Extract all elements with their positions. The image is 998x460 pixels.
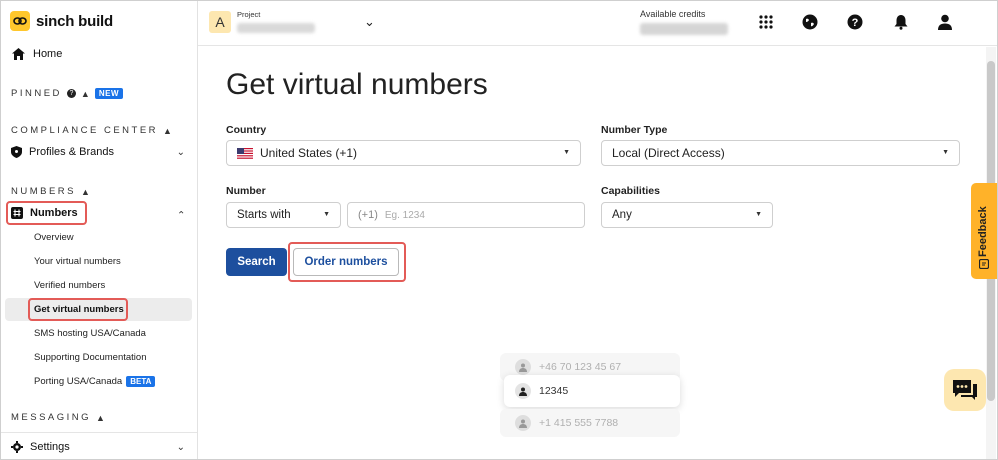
user-icon[interactable] [936, 13, 954, 31]
highlight-annotation [6, 201, 87, 225]
new-badge: NEW [94, 88, 123, 99]
chevron-up-icon: ▲ [80, 88, 90, 99]
credits-value-redacted [640, 23, 728, 35]
page-title: Get virtual numbers [226, 68, 488, 101]
messaging-section-header[interactable]: MESSAGING ▲ [11, 412, 105, 423]
select-value: Local (Direct Access) [612, 146, 725, 160]
pinned-section-header[interactable]: PINNED ? ▲ NEW [11, 88, 123, 99]
sidebar-item-settings[interactable]: Settings ⌄ [11, 441, 185, 453]
select-value: Starts with [237, 209, 291, 221]
number-match-select[interactable]: Starts with ▼ [226, 202, 341, 228]
app-window: sinch build Home PINNED ? ▲ NEW COMPLIAN… [0, 0, 998, 460]
feedback-tab[interactable]: Feedback [971, 183, 997, 279]
sidebar-item-label: Verified numbers [34, 280, 106, 291]
section-label: PINNED [11, 88, 62, 99]
sidebar-subitem-overview[interactable]: Overview [34, 232, 74, 243]
highlight-annotation [288, 242, 406, 282]
chevron-down-icon[interactable]: ⌄ [364, 14, 375, 30]
sidebar: sinch build Home PINNED ? ▲ NEW COMPLIAN… [1, 1, 198, 459]
country-select[interactable]: United States (+1) ▼ [226, 140, 581, 166]
number-label: Number [226, 185, 266, 197]
number-placeholder: Eg. 1234 [384, 209, 425, 221]
svg-text:?: ? [852, 17, 859, 29]
section-label: MESSAGING [11, 412, 92, 423]
numbers-section-header[interactable]: NUMBERS ▲ [11, 186, 90, 197]
chevron-down-icon: ⌄ [176, 441, 185, 453]
country-code-prefix: (+1) [358, 209, 378, 221]
country-label: Country [226, 124, 267, 136]
bell-icon[interactable] [892, 13, 910, 31]
person-icon [515, 383, 531, 399]
credits-label: Available credits [640, 9, 706, 19]
chevron-up-icon: ⌄ [176, 207, 185, 219]
info-icon[interactable]: ? [66, 89, 76, 98]
home-icon [12, 48, 25, 60]
gear-icon [11, 441, 23, 453]
project-label: Project [237, 10, 261, 19]
sidebar-item-label: SMS hosting USA/Canada [34, 328, 146, 339]
number-type-select[interactable]: Local (Direct Access) ▼ [601, 140, 960, 166]
chat-launcher-button[interactable] [944, 369, 986, 411]
chevron-up-icon: ▲ [163, 125, 172, 136]
sidebar-item-label: Overview [34, 232, 74, 243]
sinch-logo-icon [10, 11, 30, 31]
caret-down-icon: ▼ [942, 149, 949, 156]
illustration-row: 12345 [504, 375, 680, 407]
main-content: Get virtual numbers Country United State… [198, 46, 997, 459]
sidebar-subitem-verified-numbers[interactable]: Verified numbers [34, 280, 105, 291]
brand-name: sinch build [36, 12, 113, 30]
project-avatar[interactable]: A [209, 11, 231, 33]
shield-icon [11, 146, 22, 158]
sidebar-item-label: Profiles & Brands [29, 146, 114, 158]
globe-icon[interactable] [801, 13, 819, 31]
number-input[interactable]: (+1) Eg. 1234 [347, 202, 585, 228]
person-icon [515, 359, 531, 375]
help-icon[interactable]: ? [846, 13, 864, 31]
beta-badge: BETA [126, 376, 156, 387]
illustration-row: +1 415 555 7788 [500, 409, 680, 437]
caret-down-icon: ▼ [323, 211, 330, 218]
chevron-down-icon: ⌄ [176, 146, 185, 158]
section-label: COMPLIANCE CENTER [11, 125, 159, 136]
chat-icon [953, 380, 977, 400]
illustration-number: 12345 [539, 385, 569, 397]
caret-down-icon: ▼ [755, 211, 762, 218]
illustration-number: +1 415 555 7788 [539, 417, 619, 429]
caret-down-icon: ▼ [563, 149, 570, 156]
sidebar-item-label: Home [33, 48, 63, 60]
compliance-section-header[interactable]: COMPLIANCE CENTER ▲ [11, 125, 172, 136]
section-label: NUMBERS [11, 186, 77, 197]
select-value: United States (+1) [260, 146, 358, 160]
top-bar: A Project ⌄ Available credits ? [198, 1, 997, 46]
capabilities-label: Capabilities [601, 185, 660, 197]
sidebar-item-profiles-brands[interactable]: Profiles & Brands ⌄ [11, 146, 185, 158]
brand-logo[interactable]: sinch build [10, 11, 113, 31]
project-name-redacted[interactable] [237, 23, 315, 33]
divider [1, 432, 197, 433]
number-type-label: Number Type [601, 124, 668, 136]
chevron-up-icon: ▲ [96, 412, 105, 423]
sidebar-item-home[interactable]: Home [12, 48, 62, 60]
chevron-up-icon: ▲ [81, 186, 90, 197]
feedback-icon [979, 259, 989, 269]
apps-grid-icon[interactable] [757, 13, 775, 31]
highlight-annotation [28, 298, 128, 321]
sidebar-item-label: Settings [30, 441, 70, 453]
sidebar-item-label: Supporting Documentation [34, 352, 147, 363]
empty-state-illustration: +46 70 123 45 67 12345 +1 415 555 7788 [500, 351, 680, 443]
sidebar-subitem-your-virtual-numbers[interactable]: Your virtual numbers [34, 256, 121, 267]
sidebar-subitem-supporting-docs[interactable]: Supporting Documentation [34, 352, 147, 363]
person-icon [515, 415, 531, 431]
sidebar-item-label: Your virtual numbers [34, 256, 121, 267]
sidebar-subitem-sms-hosting[interactable]: SMS hosting USA/Canada [34, 328, 146, 339]
feedback-label: Feedback [977, 206, 989, 257]
sidebar-subitem-porting[interactable]: Porting USA/Canada BETA [34, 376, 156, 387]
sidebar-item-label: Porting USA/Canada [34, 376, 123, 387]
capabilities-select[interactable]: Any ▼ [601, 202, 773, 228]
us-flag-icon [237, 147, 253, 159]
select-value: Any [612, 209, 632, 221]
search-button[interactable]: Search [226, 248, 287, 276]
illustration-number: +46 70 123 45 67 [539, 361, 622, 373]
